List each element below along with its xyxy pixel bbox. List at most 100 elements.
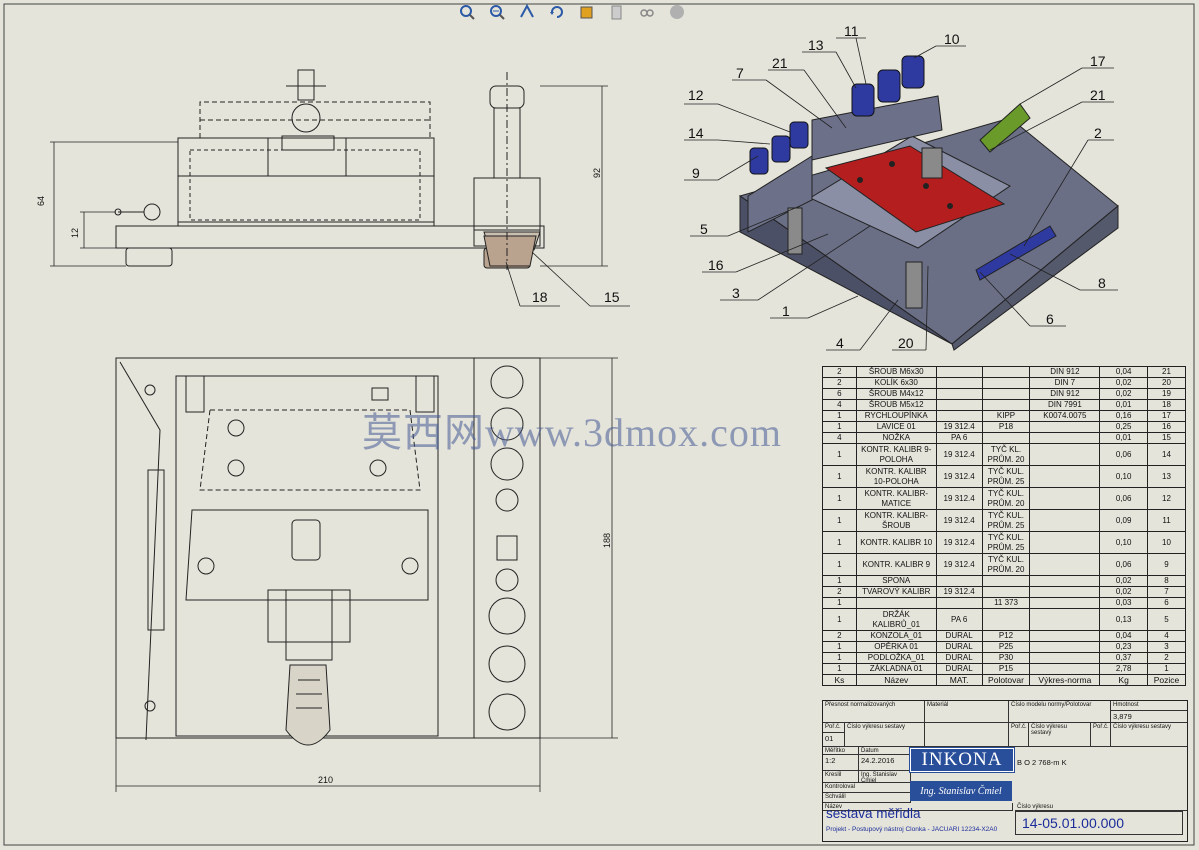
bom-cell-mat: 19 312.4 bbox=[935, 443, 983, 466]
bom-cell-kg: 0,06 bbox=[1099, 553, 1148, 576]
bom-cell-semi bbox=[981, 575, 1031, 587]
drawer-signature: Ing. Stanislav Čmiel bbox=[910, 781, 1012, 801]
document-number: 14-05.01.00.000 bbox=[1015, 811, 1183, 835]
bom-cell-mat: PA 6 bbox=[935, 608, 983, 631]
mass-value: 3,879 bbox=[1111, 711, 1187, 723]
date-label: Datum bbox=[859, 747, 911, 755]
bom-cell-qty: 1 bbox=[822, 421, 857, 433]
bom-cell-name: PODLOŽKA_01 bbox=[855, 652, 937, 664]
bom-cell-qty: 1 bbox=[822, 531, 857, 554]
bom-cell-pos: 17 bbox=[1147, 410, 1186, 422]
bom-cell-pos: 11 bbox=[1147, 509, 1186, 532]
bom-cell-qty: 1 bbox=[822, 487, 857, 510]
bom-cell-draw bbox=[1029, 575, 1101, 587]
dim-base-thickness: 12 bbox=[70, 228, 80, 238]
bom-cell-pos: 5 bbox=[1147, 608, 1186, 631]
plan-dimensions bbox=[115, 357, 618, 792]
side-view[interactable] bbox=[473, 72, 541, 270]
bom-cell-kg: 0,01 bbox=[1099, 399, 1148, 411]
bom-row: 4 ŠROUB M5x12 DIN 7991 0,01 18 bbox=[822, 399, 1186, 411]
dim-height-total: 64 bbox=[36, 196, 46, 206]
balloon-14: 14 bbox=[688, 125, 704, 141]
bom-cell-kg: 0,02 bbox=[1099, 388, 1148, 400]
bom-row: 1 DRŽÁK KALIBRŮ_01 PA 6 0,13 5 bbox=[822, 608, 1186, 631]
bom-cell-kg: 0,03 bbox=[1099, 597, 1148, 609]
edit-appearance-icon[interactable] bbox=[636, 1, 658, 23]
bom-cell-pos: 3 bbox=[1147, 641, 1186, 653]
bom-cell-semi bbox=[981, 608, 1031, 631]
bom-cell-name: ŠROUB M5x12 bbox=[855, 399, 937, 411]
bom-cell-mat: DURAL bbox=[935, 652, 983, 664]
bom-cell-mat: DURAL bbox=[935, 641, 983, 653]
bom-row: 1 KONTR. KALIBR- MATICE 19 312.4 TYČ KUL. P… bbox=[822, 487, 1186, 510]
bom-cell-draw bbox=[1029, 487, 1101, 510]
display-style-icon[interactable] bbox=[576, 1, 598, 23]
previous-view-icon[interactable] bbox=[516, 1, 538, 23]
bom-cell-draw bbox=[1029, 663, 1101, 675]
balloon-18: 18 bbox=[532, 289, 548, 305]
bom-header-name: Název bbox=[855, 674, 937, 686]
rotate-view-icon[interactable] bbox=[546, 1, 568, 23]
bom-row: 1 11 373 0,03 6 bbox=[822, 597, 1186, 609]
bom-header-row: Ks Název MAT. Polotovar Výkres-norma Kg Pozice bbox=[822, 674, 1186, 686]
bom-cell-name: KONTR. KALIBR- MATICE bbox=[855, 487, 937, 510]
hide-show-items-icon[interactable] bbox=[606, 1, 628, 23]
bom-cell-kg: 0,13 bbox=[1099, 608, 1148, 631]
balloon-4: 4 bbox=[836, 335, 844, 351]
bom-cell-mat: 19 312.4 bbox=[935, 586, 983, 598]
bom-cell-name: SPONA bbox=[855, 575, 937, 587]
date-value: 24.2.2016 bbox=[859, 755, 911, 771]
index-label-3: Poř.č. bbox=[1091, 723, 1111, 747]
bom-cell-kg: 0,02 bbox=[1099, 377, 1148, 389]
bom-cell-pos: 16 bbox=[1147, 421, 1186, 433]
bom-cell-semi bbox=[981, 366, 1031, 378]
bom-cell-qty: 1 bbox=[822, 575, 857, 587]
balloon-12: 12 bbox=[688, 87, 704, 103]
bom-cell-pos: 4 bbox=[1147, 630, 1186, 642]
bom-cell-draw: K0074.0075 bbox=[1029, 410, 1101, 422]
balloon-21b: 21 bbox=[1090, 87, 1106, 103]
bom-cell-qty: 2 bbox=[822, 630, 857, 642]
blank-cell bbox=[925, 723, 1009, 747]
bom-cell-draw: DIN 7 bbox=[1029, 377, 1101, 389]
bom-row: 1 KONTR. KALIBR 10-POLOHA 19 312.4 TYČ KUL.… bbox=[822, 465, 1186, 488]
drawing-no-label-1: Číslo výkresu sestavy bbox=[845, 723, 925, 747]
bom-row: 2 KOLÍK 6x30 DIN 7 0,02 20 bbox=[822, 377, 1186, 389]
bom-cell-qty: 1 bbox=[822, 410, 857, 422]
bom-header-draw: Výkres-norma bbox=[1029, 674, 1101, 686]
material-label: Materiál bbox=[925, 701, 1009, 723]
zoom-to-area-icon[interactable] bbox=[486, 1, 508, 23]
bom-cell-pos: 2 bbox=[1147, 652, 1186, 664]
bom-header-mat: MAT. bbox=[935, 674, 983, 686]
bom-row: 1 KONTR. KALIBR 9 19 312.4 TYČ KUL. PRŮM. 2… bbox=[822, 553, 1186, 576]
drawing-no-label-3: Číslo výkresu sestavy bbox=[1111, 723, 1187, 747]
scale-value: 1:2 bbox=[823, 755, 859, 771]
balloon-8: 8 bbox=[1098, 275, 1106, 291]
balloon-2: 2 bbox=[1094, 125, 1102, 141]
bom-cell-mat: 19 312.4 bbox=[935, 509, 983, 532]
bom-cell-pos: 18 bbox=[1147, 399, 1186, 411]
bom-cell-mat bbox=[935, 410, 983, 422]
bom-row: 1 PODLOŽKA_01 DURAL P30 0,37 2 bbox=[822, 652, 1186, 664]
bom-cell-mat: DURAL bbox=[935, 630, 983, 642]
bom-cell-mat: 19 312.4 bbox=[935, 465, 983, 488]
tolerance-label: Přesnost normalizovaných bbox=[823, 701, 925, 723]
plan-view[interactable] bbox=[115, 357, 541, 746]
apply-scene-icon[interactable] bbox=[666, 1, 688, 23]
balloon-7: 7 bbox=[736, 65, 744, 81]
bom-cell-name: DRŽÁK KALIBRŮ_01 bbox=[855, 608, 937, 631]
bom-cell-mat bbox=[935, 399, 983, 411]
front-view[interactable] bbox=[114, 69, 545, 269]
bom-cell-semi bbox=[981, 399, 1031, 411]
bom-cell-pos: 12 bbox=[1147, 487, 1186, 510]
checked-label: Kontroloval bbox=[823, 783, 911, 793]
bom-cell-kg: 0,06 bbox=[1099, 443, 1148, 466]
isometric-view[interactable] bbox=[738, 55, 1119, 351]
bom-cell-qty: 1 bbox=[822, 652, 857, 664]
bom-row: 4 NOŽKA PA 6 0,01 15 bbox=[822, 432, 1186, 444]
bom-cell-draw bbox=[1029, 608, 1101, 631]
bom-cell-semi bbox=[981, 388, 1031, 400]
dim-side-height: 92 bbox=[592, 168, 602, 178]
zoom-to-fit-icon[interactable] bbox=[456, 1, 478, 23]
bom-row: 1 ZÁKLADNA 01 DURAL P15 2,78 1 bbox=[822, 663, 1186, 675]
